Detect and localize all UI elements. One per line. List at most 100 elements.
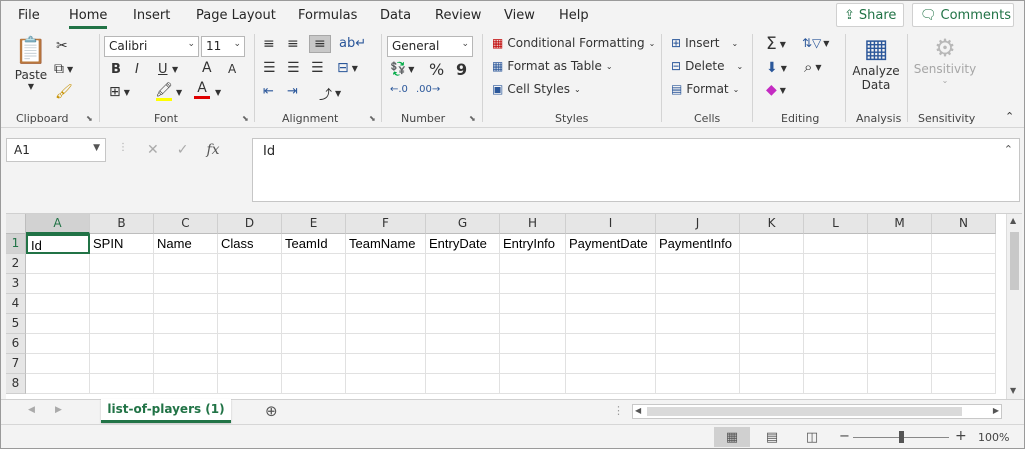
cell-n1[interactable] [932, 234, 996, 254]
cell-a1[interactable]: Id [26, 234, 90, 254]
cell-l8[interactable] [804, 374, 868, 394]
cell-d3[interactable] [218, 274, 282, 294]
row-header-3[interactable]: 3 [6, 274, 26, 294]
insert-function-button[interactable]: fx [206, 142, 219, 158]
cell-g2[interactable] [426, 254, 500, 274]
cell-i5[interactable] [566, 314, 656, 334]
formula-input[interactable]: Id ⌃ [252, 138, 1020, 202]
cell-k7[interactable] [740, 354, 804, 374]
fill-icon[interactable]: ⬇ ▼ [766, 60, 787, 76]
column-header-h[interactable]: H [500, 214, 566, 234]
cell-l2[interactable] [804, 254, 868, 274]
chevron-down-icon[interactable]: ▼ [215, 88, 221, 97]
cell-h7[interactable] [500, 354, 566, 374]
resize-handle-icon[interactable]: ⋮ [613, 404, 624, 417]
cell-g1[interactable]: EntryDate [426, 234, 500, 254]
align-top-icon[interactable]: ≡ [263, 36, 275, 52]
conditional-formatting-button[interactable]: ▦ Conditional Formatting ⌄ [492, 36, 655, 50]
cell-n2[interactable] [932, 254, 996, 274]
scroll-up-icon[interactable]: ▲ [1010, 216, 1016, 225]
cell-h8[interactable] [500, 374, 566, 394]
dialog-launcher-icon[interactable]: ⬊ [242, 114, 249, 123]
cell-h6[interactable] [500, 334, 566, 354]
chevron-up-icon[interactable]: ⌃ [1004, 143, 1013, 156]
cell-j5[interactable] [656, 314, 740, 334]
cell-e6[interactable] [282, 334, 346, 354]
comma-style-button[interactable]: 9 [456, 60, 467, 79]
dialog-launcher-icon[interactable]: ⬊ [469, 114, 476, 123]
cell-b2[interactable] [90, 254, 154, 274]
align-bottom-icon[interactable]: ≡ [309, 35, 331, 53]
column-header-f[interactable]: F [346, 214, 426, 234]
menu-home[interactable]: Home [69, 8, 107, 23]
fill-color-icon[interactable]: 🖍 [155, 82, 173, 101]
cell-k2[interactable] [740, 254, 804, 274]
prev-sheet-icon[interactable]: ◀ [28, 405, 35, 415]
add-sheet-icon[interactable]: ⊕ [265, 402, 278, 420]
scroll-down-icon[interactable]: ▼ [1010, 386, 1016, 395]
cell-d2[interactable] [218, 254, 282, 274]
cell-m1[interactable] [868, 234, 932, 254]
row-header-2[interactable]: 2 [6, 254, 26, 274]
row-header-4[interactable]: 4 [6, 294, 26, 314]
column-header-c[interactable]: C [154, 214, 218, 234]
column-header-g[interactable]: G [426, 214, 500, 234]
cell-j7[interactable] [656, 354, 740, 374]
zoom-in-button[interactable]: + [955, 428, 967, 444]
menu-file[interactable]: File [18, 8, 40, 23]
merge-center-icon[interactable]: ⊟ ▼ [337, 60, 358, 76]
cell-h1[interactable]: EntryInfo [500, 234, 566, 254]
find-select-icon[interactable]: ⌕ ▼ [804, 58, 822, 76]
name-box[interactable]: A1 ▼ [6, 138, 106, 162]
cell-a7[interactable] [26, 354, 90, 374]
cell-a3[interactable] [26, 274, 90, 294]
bold-button[interactable]: B [111, 62, 121, 77]
column-header-l[interactable]: L [804, 214, 868, 234]
insert-cells-button[interactable]: ⊞ Insert ⌄ [671, 36, 738, 50]
cell-c6[interactable] [154, 334, 218, 354]
row-header-6[interactable]: 6 [6, 334, 26, 354]
sheet-tab[interactable]: list-of-players (1) [101, 399, 231, 423]
cell-j6[interactable] [656, 334, 740, 354]
currency-icon[interactable]: 💱 ▼ [390, 62, 414, 77]
align-center-icon[interactable]: ☰ [287, 60, 300, 76]
menu-insert[interactable]: Insert [133, 8, 170, 23]
cell-b6[interactable] [90, 334, 154, 354]
cell-i4[interactable] [566, 294, 656, 314]
zoom-out-button[interactable]: − [839, 429, 850, 444]
cell-k5[interactable] [740, 314, 804, 334]
scroll-thumb[interactable] [647, 407, 962, 416]
cell-n6[interactable] [932, 334, 996, 354]
comments-button[interactable]: 🗨 Comments [912, 3, 1014, 27]
sort-filter-icon[interactable]: ⇅▽ ▼ [802, 36, 829, 50]
cell-g7[interactable] [426, 354, 500, 374]
row-header-8[interactable]: 8 [6, 374, 26, 394]
cell-l6[interactable] [804, 334, 868, 354]
italic-button[interactable]: I [135, 62, 139, 77]
cell-l5[interactable] [804, 314, 868, 334]
cell-a4[interactable] [26, 294, 90, 314]
cell-k3[interactable] [740, 274, 804, 294]
cell-i2[interactable] [566, 254, 656, 274]
cell-a5[interactable] [26, 314, 90, 334]
menu-formulas[interactable]: Formulas [298, 8, 357, 23]
cell-m7[interactable] [868, 354, 932, 374]
chevron-down-icon[interactable]: ▼ [176, 88, 182, 97]
menu-page-layout[interactable]: Page Layout [196, 8, 276, 23]
column-header-b[interactable]: B [90, 214, 154, 234]
increase-decimal-icon[interactable]: ←.0 [390, 84, 408, 95]
cell-m6[interactable] [868, 334, 932, 354]
row-header-7[interactable]: 7 [6, 354, 26, 374]
cell-n4[interactable] [932, 294, 996, 314]
cell-k4[interactable] [740, 294, 804, 314]
cell-h5[interactable] [500, 314, 566, 334]
cell-c5[interactable] [154, 314, 218, 334]
scroll-left-icon[interactable]: ◀ [635, 406, 641, 415]
clear-icon[interactable]: ◆ ▼ [766, 82, 786, 98]
shrink-font-button[interactable]: A [228, 62, 236, 76]
share-button[interactable]: ⇪ Share [836, 3, 904, 27]
cell-e1[interactable]: TeamId [282, 234, 346, 254]
cell-c1[interactable]: Name [154, 234, 218, 254]
cell-b8[interactable] [90, 374, 154, 394]
normal-view-icon[interactable]: ▦ [714, 427, 750, 447]
